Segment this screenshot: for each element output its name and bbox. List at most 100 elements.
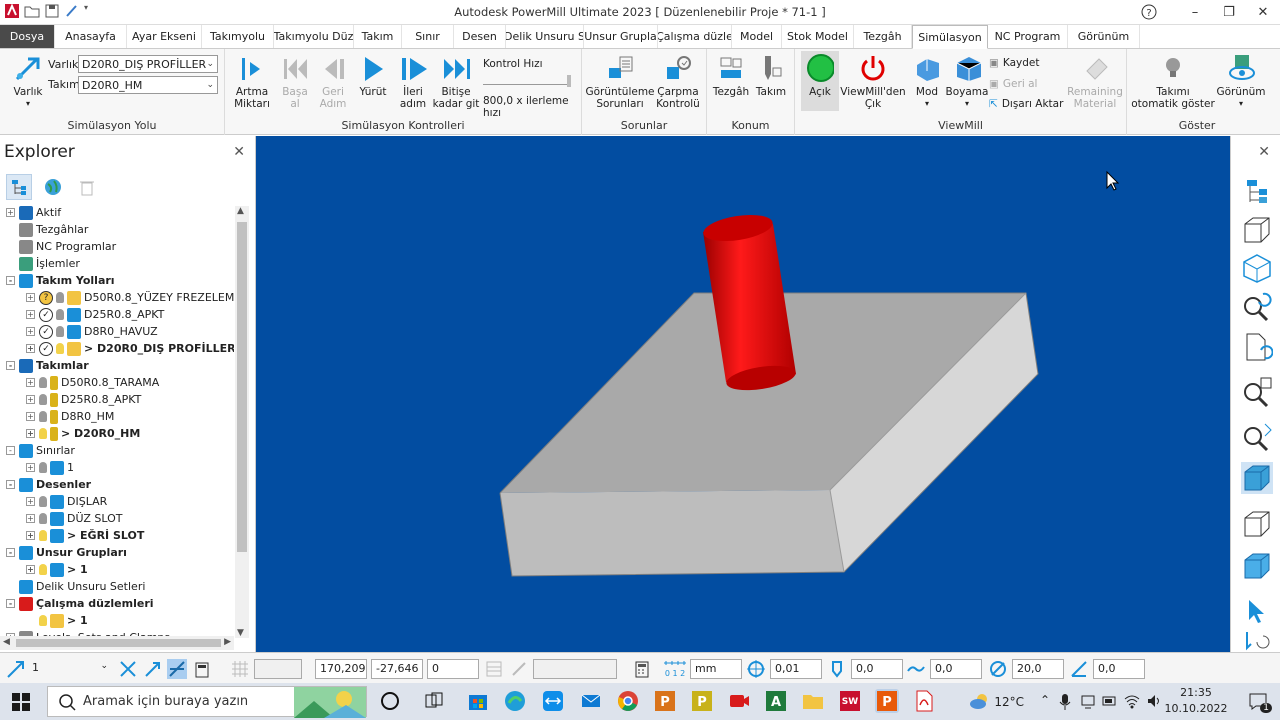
tree-item[interactable]: + ✓ D25R0.8_APKT (0, 306, 164, 323)
lightbulb-icon[interactable] (39, 513, 47, 524)
grid-icon[interactable] (230, 659, 250, 679)
lightbulb-icon[interactable] (56, 309, 64, 320)
speed-slider-thumb[interactable] (567, 75, 571, 87)
link-icon[interactable] (509, 659, 529, 679)
bitise-kadar-git-button[interactable]: Bitişe kadar git (433, 53, 479, 110)
tab-calisma-duzlemi[interactable]: Çalışma düzle (658, 25, 732, 48)
lightbulb-icon[interactable] (39, 564, 47, 575)
tree-item[interactable]: + > D20R0_HM (0, 425, 140, 442)
task-view-icon[interactable] (422, 689, 446, 713)
expand-toggle-icon[interactable]: + (26, 293, 35, 302)
document-refresh-icon[interactable] (1241, 332, 1273, 364)
select-arrow-icon[interactable] (1241, 596, 1273, 628)
box-view-icon[interactable] (1241, 214, 1273, 246)
tab-nc-program[interactable]: NC Program (988, 25, 1068, 48)
lightbulb-icon[interactable] (39, 462, 47, 473)
mod-button[interactable]: Mod ▾ (907, 53, 947, 110)
scroll-right-arrow[interactable]: ▶ (224, 637, 231, 647)
store-icon[interactable] (466, 689, 490, 713)
tree-item[interactable]: - Takımlar (0, 357, 89, 374)
tab-delik-unsuru[interactable]: Delik Unsuru S (506, 25, 584, 48)
rotate-arrow-icon[interactable] (1241, 630, 1273, 652)
tab-ayar-ekseni[interactable]: Ayar Ekseni (127, 25, 202, 48)
z-coordinate[interactable]: 0 (427, 659, 479, 679)
tab-stok-model[interactable]: Stok Model (782, 25, 854, 48)
ileri-adim-button[interactable]: İleri adım (395, 53, 431, 110)
disari-aktar-button[interactable]: ⇱ Dışarı Aktar (989, 98, 1063, 110)
geri-adim-button[interactable]: Geri Adım (317, 53, 349, 110)
expand-toggle-icon[interactable]: - (6, 361, 15, 370)
pdf-reader-icon[interactable] (912, 689, 936, 713)
maximize-button[interactable]: ❐ (1212, 0, 1246, 24)
tab-model[interactable]: Model (732, 25, 782, 48)
expand-toggle-icon[interactable]: + (26, 395, 35, 404)
tab-gorunum[interactable]: Görünüm (1068, 25, 1140, 48)
scroll-up-arrow[interactable]: ▲ (237, 206, 244, 216)
tree-view-icon[interactable] (6, 174, 32, 200)
volume-icon[interactable] (1146, 693, 1162, 709)
tree-item[interactable]: + DÜZ SLOT (0, 510, 122, 527)
tree-item[interactable]: - Sınırlar (0, 442, 75, 459)
pick-icon[interactable] (143, 659, 163, 679)
lightbulb-icon[interactable] (39, 377, 47, 388)
expand-toggle-icon[interactable]: - (6, 548, 15, 557)
basa-al-button[interactable]: Başa al (279, 53, 311, 110)
tab-takimyolu-duz[interactable]: Takımyolu Düz (274, 25, 354, 48)
minimize-button[interactable]: – (1178, 0, 1212, 24)
tree-item[interactable]: NC Programlar (0, 238, 116, 255)
thickness-field[interactable]: 0,0 (930, 659, 982, 679)
zoom-refresh-icon[interactable] (1241, 290, 1273, 322)
powermill-active-icon[interactable]: P (875, 689, 899, 713)
calculator-icon[interactable] (192, 659, 212, 679)
tree-item[interactable]: + D8R0_HM (0, 408, 114, 425)
konum-tezgah-button[interactable]: Tezgâh (713, 53, 749, 98)
expand-toggle-icon[interactable]: + (26, 514, 35, 523)
tab-takimyolu[interactable]: Takımyolu (202, 25, 274, 48)
tree-item[interactable]: + DIŞLAR (0, 493, 107, 510)
scroll-thumb[interactable] (16, 639, 221, 647)
takim-select[interactable]: D20R0_HM ⌄ (78, 76, 218, 94)
expand-toggle-icon[interactable]: - (6, 276, 15, 285)
mail-icon[interactable] (579, 689, 603, 713)
tree-item[interactable]: Delik Unsuru Setleri (0, 578, 145, 595)
lightbulb-icon[interactable] (56, 326, 64, 337)
tree-item[interactable]: + ✓ D8R0_HAVUZ (0, 323, 158, 340)
crosshair-icon[interactable] (746, 659, 766, 679)
tree-item[interactable]: + D25R0.8_APKT (0, 391, 141, 408)
table-icon[interactable] (484, 659, 504, 679)
chrome-icon[interactable] (616, 689, 640, 713)
solidworks-icon[interactable]: SW (838, 689, 862, 713)
expand-toggle-icon[interactable]: + (6, 208, 15, 217)
boyama-button[interactable]: Boyama ▾ (946, 53, 988, 110)
lightbulb-icon[interactable] (56, 292, 64, 303)
expand-toggle-icon[interactable]: + (26, 497, 35, 506)
stock-field[interactable]: 0,0 (851, 659, 903, 679)
calculator-icon[interactable] (632, 659, 652, 679)
tab-sinir[interactable]: Sınır (402, 25, 454, 48)
edge-icon[interactable] (503, 689, 527, 713)
varlik-big-button[interactable]: Varlık ▾ (8, 53, 48, 110)
zoom-extents-icon[interactable] (1241, 376, 1273, 408)
tree-item[interactable]: + D50R0.8_TARAMA (0, 374, 159, 391)
expand-toggle-icon[interactable]: + (26, 327, 35, 336)
yurut-button[interactable]: Yürüt (357, 53, 389, 98)
chevron-up-icon[interactable]: ⌃ (1040, 693, 1050, 707)
empty-field[interactable] (533, 659, 617, 679)
powershape-icon[interactable]: P (690, 689, 714, 713)
expand-toggle-icon[interactable]: - (6, 599, 15, 608)
help-icon[interactable]: ? (1132, 0, 1166, 24)
tab-desen[interactable]: Desen (454, 25, 506, 48)
zoom-icon[interactable] (1241, 420, 1273, 452)
shaded-cube-icon[interactable] (1241, 462, 1273, 494)
clock-time[interactable]: 21:35 (1168, 686, 1224, 699)
tree-item[interactable]: Tezgâhlar (0, 221, 88, 238)
takimi-otomatik-goster-button[interactable]: Takımı otomatik göster (1131, 53, 1215, 110)
tree-item[interactable]: + > 1 (0, 561, 88, 578)
tree-item[interactable]: - Takım Yolları (0, 272, 115, 289)
lightbulb-icon[interactable] (39, 394, 47, 405)
wireframe-cube-icon[interactable] (1241, 508, 1273, 540)
tab-dosya[interactable]: Dosya (0, 25, 55, 48)
artma-miktari-button[interactable]: Artma Miktarı (229, 53, 275, 110)
lightbulb-icon[interactable] (39, 496, 47, 507)
viewmill-acik-button[interactable]: Açık (801, 51, 839, 111)
